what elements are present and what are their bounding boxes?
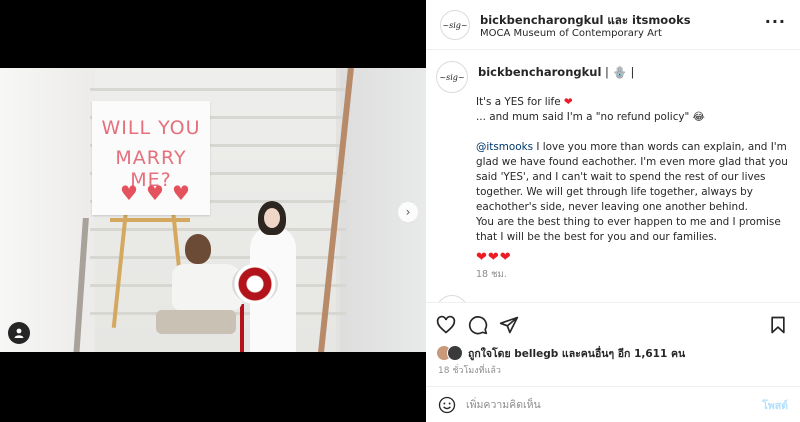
post-actions — [426, 302, 800, 344]
sign-line-1: WILL YOU — [101, 117, 201, 139]
comment-avatar[interactable]: ~ — [436, 295, 468, 302]
man-head — [185, 234, 211, 264]
caption-line-2: ... and mum said I'm a "no refund policy… — [476, 111, 705, 123]
heart-icon: ♥ — [146, 181, 164, 205]
heart-icon[interactable] — [436, 315, 456, 335]
comment-icon[interactable] — [468, 315, 488, 335]
signature-logo-icon: ~sig~ — [442, 20, 468, 30]
caption-username-suffix: | 🪬 | — [601, 65, 635, 79]
chevron-right-icon[interactable]: › — [398, 202, 418, 222]
liker-username[interactable]: bellegb — [514, 348, 558, 360]
mention-link[interactable]: @itsmooks — [476, 141, 533, 153]
caption-timestamp[interactable]: 18 ชม. — [476, 267, 507, 282]
smiley-icon[interactable] — [438, 396, 456, 414]
heart-icon: ♥ — [172, 181, 190, 205]
caption-spacer — [476, 125, 796, 140]
user-tag-icon[interactable] — [8, 322, 30, 344]
stair-step — [90, 256, 346, 259]
send-icon[interactable] — [499, 315, 519, 335]
likes-count[interactable]: 1,611 — [634, 348, 667, 360]
post-photo[interactable]: WILL YOU MARRY ME? ♥ ♥ ♥ — [0, 68, 426, 352]
stair-step — [90, 228, 346, 231]
rose-bouquet — [232, 264, 278, 304]
heart-icon: ♥ — [120, 181, 138, 205]
caption-text: It's a YES for life ❤ ... and mum said I… — [476, 95, 796, 245]
easel-bar — [110, 218, 190, 222]
caption-paragraph-2: You are the best thing to ever happen to… — [476, 216, 781, 243]
location-link[interactable]: MOCA Museum of Contemporary Art — [480, 28, 662, 39]
likes-mid: และคนอื่นๆ อีก — [561, 347, 631, 360]
caption-paragraph: @itsmooks I love you more than words can… — [476, 140, 796, 215]
likes-summary: ถูกใจโดย bellegb และคนอื่นๆ อีก 1,611 คน — [436, 344, 685, 362]
comment-input[interactable] — [466, 395, 736, 415]
likes-prefix: ถูกใจโดย — [468, 347, 511, 360]
stair-step — [90, 88, 346, 91]
heart-emoji-row: ❤❤❤ — [476, 250, 512, 265]
proposal-sign: WILL YOU MARRY ME? ♥ ♥ ♥ — [92, 101, 210, 215]
likes-suffix: คน — [670, 347, 686, 360]
liker-avatar[interactable] — [447, 345, 463, 361]
man-legs — [156, 310, 236, 334]
woman-face — [264, 208, 280, 228]
comments-scroll[interactable]: ~sig~ bickbencharongkul | 🪬 | It's a YES… — [426, 51, 800, 302]
caption-username[interactable]: bickbencharongkul — [478, 65, 601, 79]
post-side-panel: ~sig~ bickbencharongkul และ itsmooks MOC… — [426, 0, 800, 422]
caption-line-1: It's a YES for life ❤ — [476, 95, 796, 110]
post-comment-button[interactable]: โพสต์ — [762, 397, 788, 414]
caption-avatar[interactable]: ~sig~ — [436, 61, 468, 93]
bookmark-icon[interactable] — [768, 315, 788, 335]
media-pane: WILL YOU MARRY ME? ♥ ♥ ♥ › — [0, 0, 426, 422]
caption-username-row: bickbencharongkul | 🪬 | — [478, 65, 634, 79]
comment-composer: โพสต์ — [426, 386, 800, 422]
caption-line-1-text: It's a YES for life — [476, 96, 561, 108]
signature-logo-icon: ~sig~ — [439, 72, 465, 82]
more-options-icon[interactable]: ··· — [765, 12, 786, 31]
heart-emoji-icon: ❤ — [563, 96, 573, 108]
likes-text[interactable]: ถูกใจโดย bellegb และคนอื่นๆ อีก 1,611 คน — [468, 345, 685, 362]
post-header: ~sig~ bickbencharongkul และ itsmooks MOC… — [426, 0, 800, 50]
avatar[interactable]: ~sig~ — [440, 10, 470, 40]
post-age[interactable]: 18 ชั่วโมงที่แล้ว — [438, 363, 501, 377]
bouquet-ribbon — [240, 304, 244, 352]
easel-leg — [111, 208, 129, 328]
